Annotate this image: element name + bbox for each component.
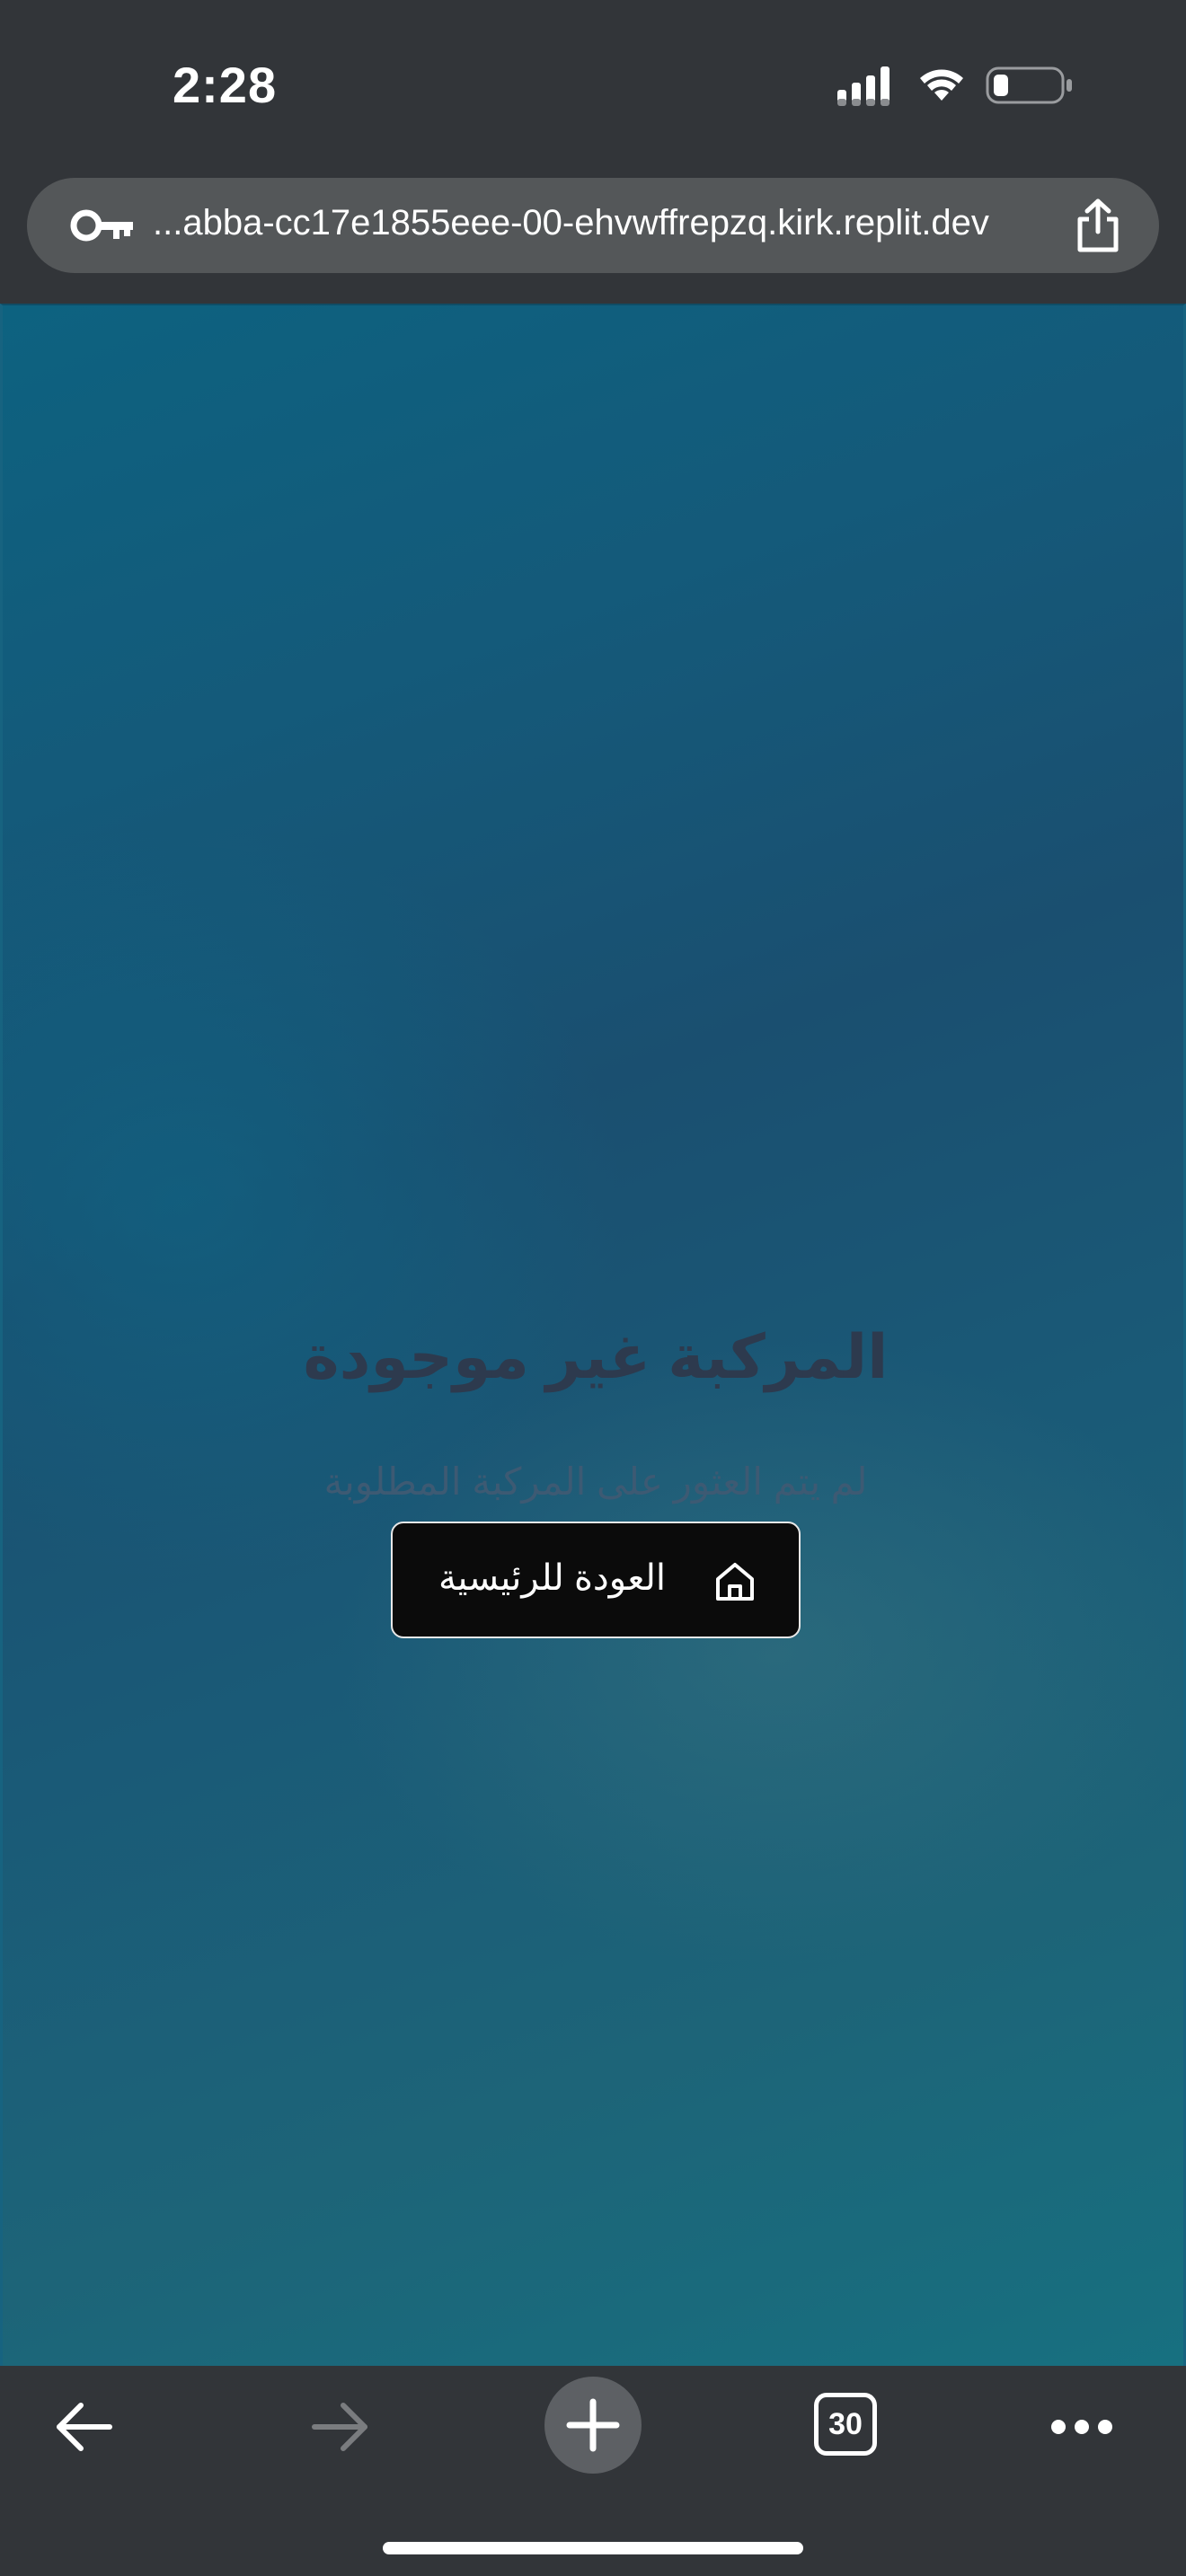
key-icon[interactable] [70, 207, 135, 244]
browser-toolbar: 30 [0, 2366, 1186, 2576]
back-to-home-button[interactable]: العودة للرئيسية [391, 1522, 801, 1638]
wifi-icon [920, 69, 963, 101]
forward-arrow-icon[interactable] [305, 2393, 374, 2461]
page-title: المركبة غير موجودة [303, 1323, 889, 1391]
page-subtitle: لم يتم العثور على المركبة المطلوبة [323, 1460, 868, 1503]
home-icon [716, 1563, 754, 1601]
share-icon[interactable] [1073, 198, 1123, 253]
cellular-signal-icon [837, 66, 890, 106]
status-bar: 2:28 ...abba-cc17e1855eee-00-ehvwffrepzq… [0, 0, 1186, 273]
back-to-home-label: العودة للرئيسية [438, 1558, 666, 1598]
more-dots-icon[interactable] [1048, 2409, 1155, 2445]
back-arrow-icon[interactable] [50, 2393, 119, 2461]
url-text[interactable]: ...abba-cc17e1855eee-00-ehvwffrepzq.kirk… [153, 203, 989, 243]
battery-low-icon [986, 66, 1072, 104]
plus-icon [566, 2398, 620, 2452]
tabs-button[interactable]: 30 [814, 2393, 877, 2456]
status-icons [837, 66, 1072, 106]
new-tab-button[interactable] [544, 2377, 642, 2474]
address-bar[interactable]: ...abba-cc17e1855eee-00-ehvwffrepzq.kirk… [27, 178, 1159, 273]
page-viewport: المركبة غير موجودة لم يتم العثور على الم… [0, 304, 1186, 2366]
home-indicator [383, 2542, 803, 2554]
status-time: 2:28 [173, 57, 278, 113]
